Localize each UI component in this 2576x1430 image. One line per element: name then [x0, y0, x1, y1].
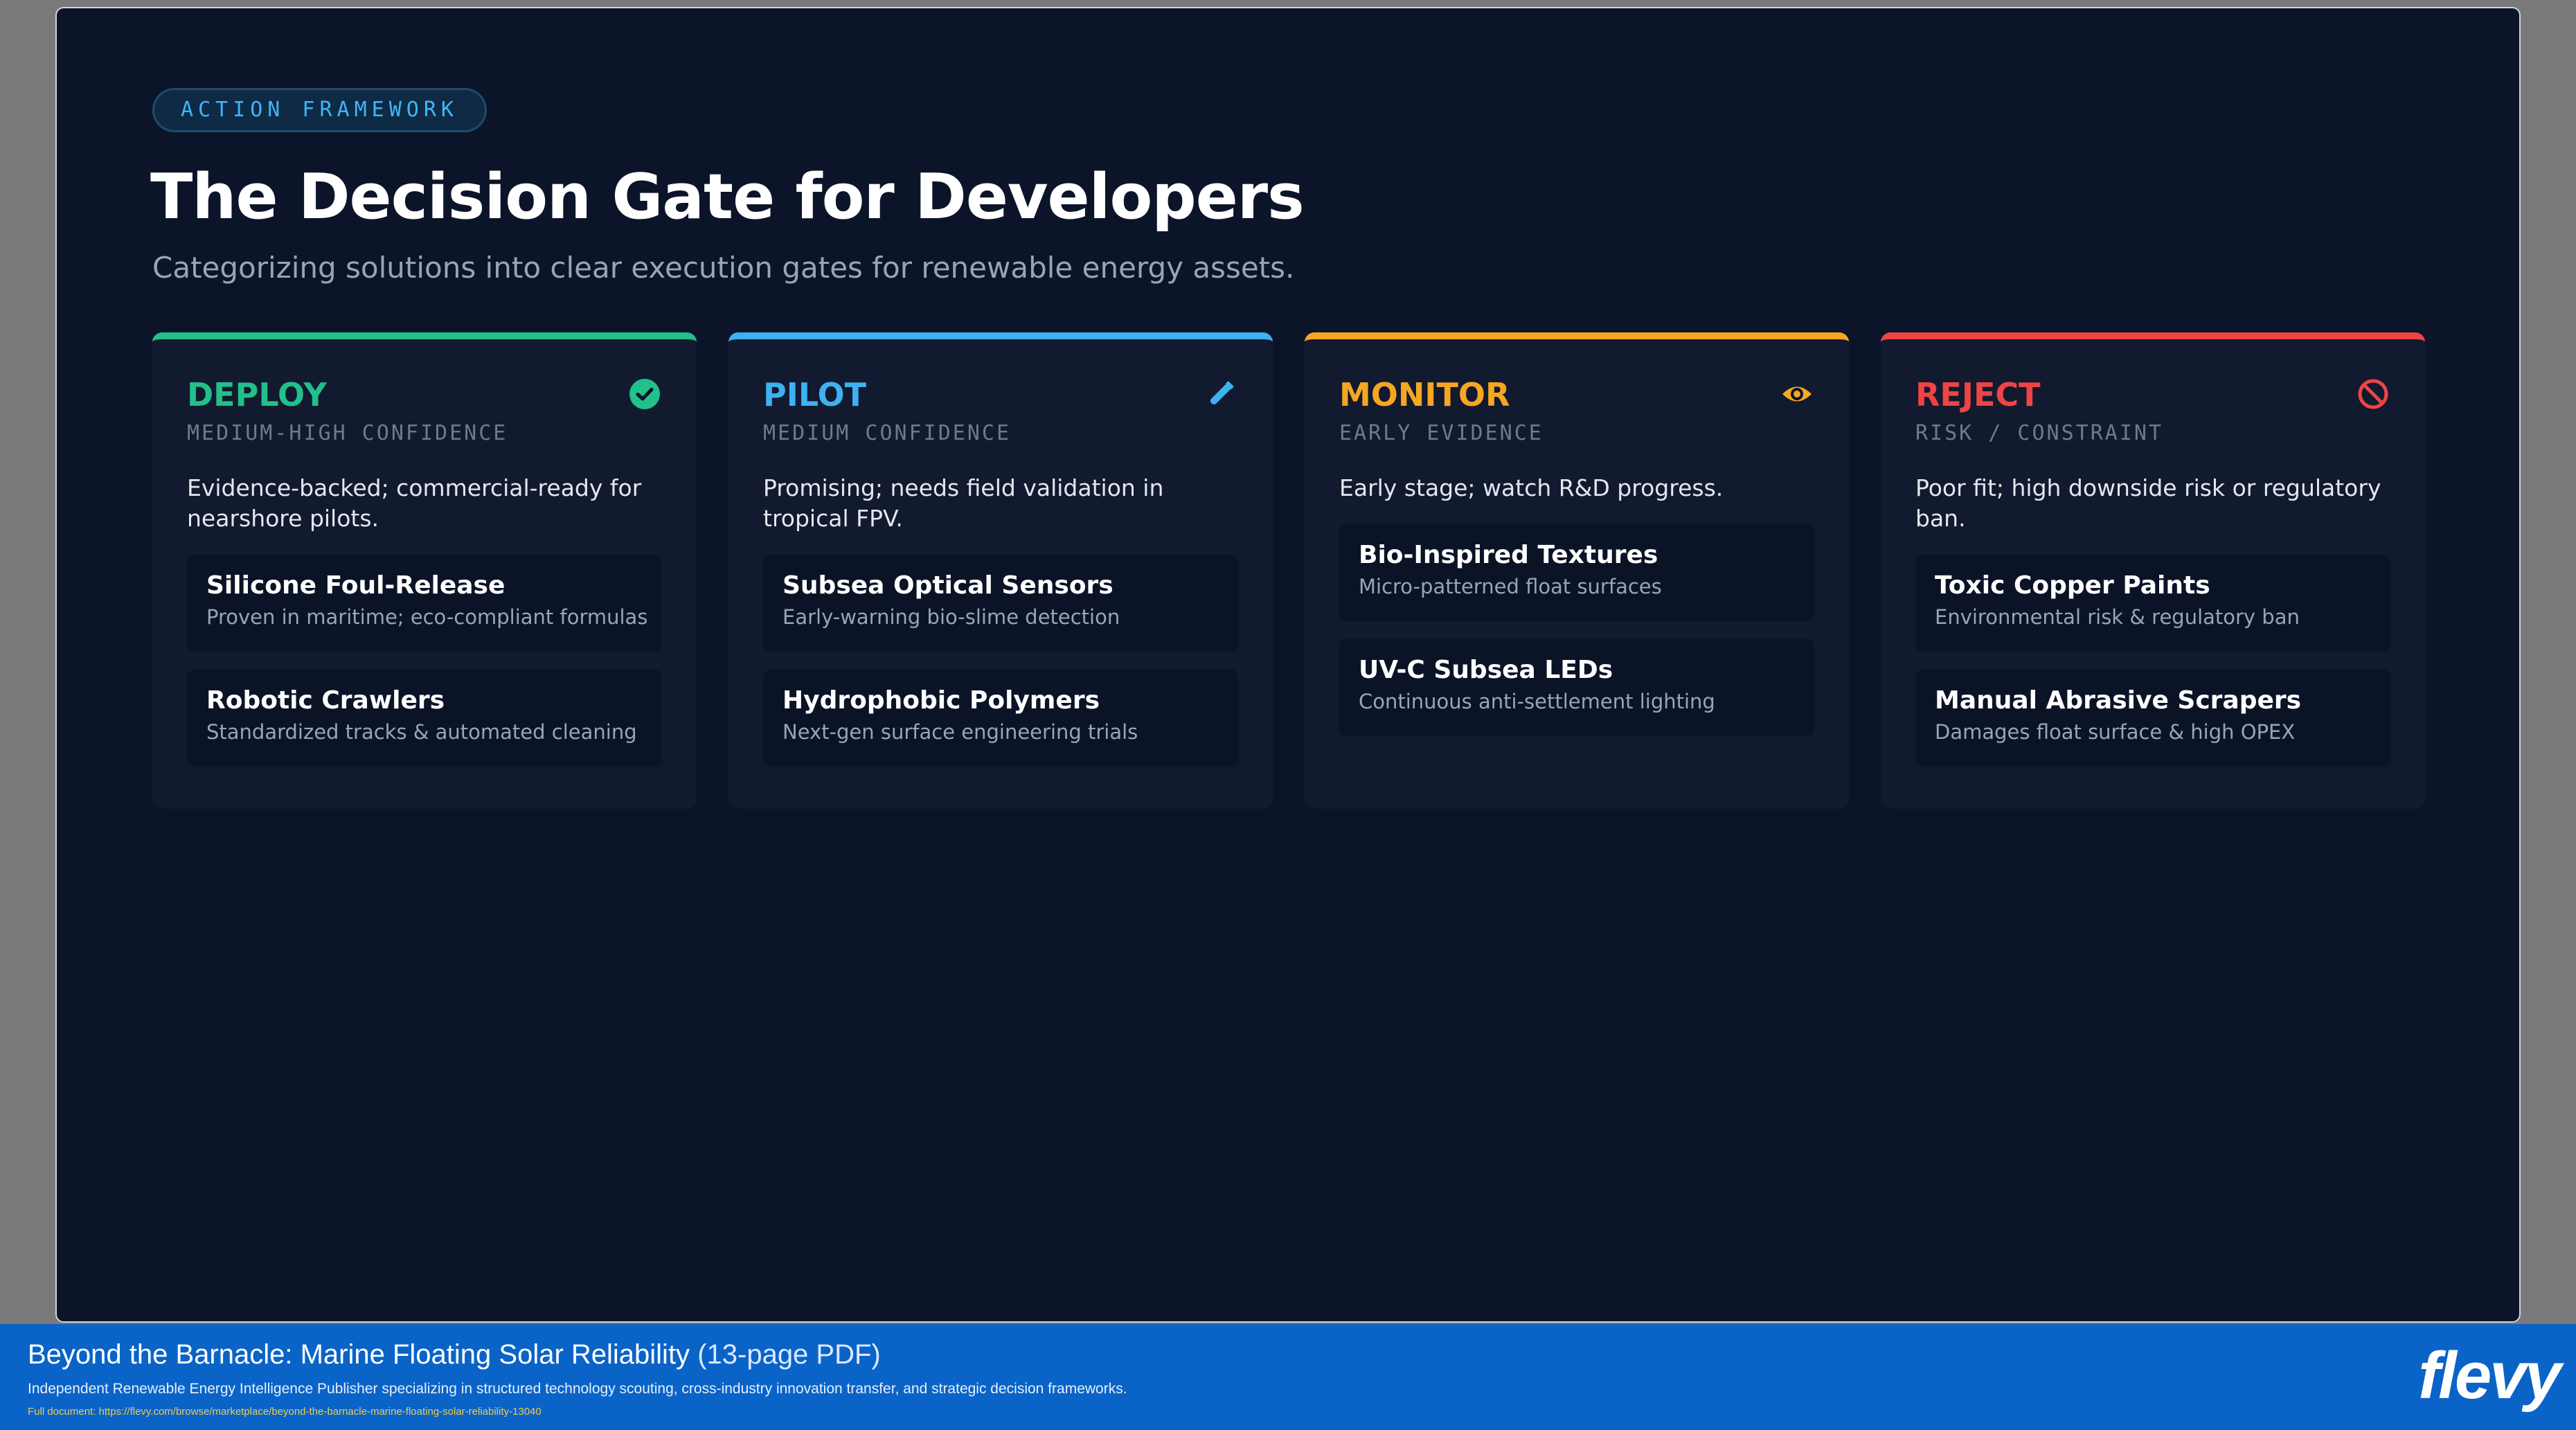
- card-description: Promising; needs field validation in tro…: [763, 474, 1164, 532]
- card-monitor: MONITOR EARLY EVIDENCE Early stage; watc…: [1305, 332, 1849, 809]
- solution-desc: Proven in maritime; eco-compliant formul…: [206, 605, 648, 629]
- solution-desc: Next-gen surface engineering trials: [782, 720, 1138, 744]
- solution-name: Robotic Crawlers: [206, 686, 445, 715]
- solution-item: Silicone Foul-Release Proven in maritime…: [187, 555, 662, 652]
- solution-name: Silicone Foul-Release: [206, 571, 506, 600]
- confidence-label: EARLY EVIDENCE: [1339, 421, 1544, 445]
- solution-item: Subsea Optical Sensors Early-warning bio…: [763, 555, 1238, 652]
- solution-name: Subsea Optical Sensors: [782, 571, 1113, 600]
- solution-item: UV-C Subsea LEDs Continuous anti-settlem…: [1339, 639, 1814, 736]
- flevy-logo[interactable]: flevy: [2418, 1338, 2561, 1414]
- slide: ACTION FRAMEWORK The Decision Gate for D…: [55, 7, 2521, 1323]
- solution-item: Toxic Copper Paints Environmental risk &…: [1915, 555, 2390, 652]
- confidence-label: MEDIUM CONFIDENCE: [763, 421, 1012, 445]
- document-footer: Beyond the Barnacle: Marine Floating Sol…: [0, 1324, 2576, 1430]
- card-reject: REJECT RISK / CONSTRAINT Poor fit; high …: [1881, 332, 2425, 809]
- card-title: REJECT: [1915, 376, 2041, 413]
- card-pilot: PILOT MEDIUM CONFIDENCE Promising; needs…: [728, 332, 1273, 809]
- solution-item: Hydrophobic Polymers Next-gen surface en…: [763, 670, 1238, 767]
- document-title[interactable]: Beyond the Barnacle: Marine Floating Sol…: [28, 1339, 690, 1370]
- page-count: (13-page PDF): [697, 1339, 881, 1370]
- solution-name: UV-C Subsea LEDs: [1359, 656, 1613, 684]
- solution-desc: Micro-patterned float surfaces: [1359, 575, 1662, 598]
- card-description: Early stage; watch R&D progress.: [1339, 474, 1724, 501]
- solution-desc: Environmental risk & regulatory ban: [1935, 605, 2300, 629]
- card-title: PILOT: [763, 376, 866, 413]
- check-circle-icon: [629, 378, 661, 410]
- solution-name: Toxic Copper Paints: [1935, 571, 2210, 600]
- solution-name: Bio-Inspired Textures: [1359, 541, 1658, 569]
- solution-name: Manual Abrasive Scrapers: [1935, 686, 2302, 715]
- publisher-description: Independent Renewable Energy Intelligenc…: [28, 1381, 1127, 1397]
- confidence-label: MEDIUM-HIGH CONFIDENCE: [187, 421, 508, 445]
- confidence-label: RISK / CONSTRAINT: [1915, 421, 2164, 445]
- solution-desc: Standardized tracks & automated cleaning: [206, 720, 637, 744]
- solution-item: Manual Abrasive Scrapers Damages float s…: [1915, 670, 2390, 767]
- solution-desc: Continuous anti-settlement lighting: [1359, 690, 1715, 713]
- page-subtitle: Categorizing solutions into clear execut…: [152, 251, 1295, 285]
- solution-item: Bio-Inspired Textures Micro-patterned fl…: [1339, 524, 1814, 621]
- page-title: The Decision Gate for Developers: [150, 161, 1305, 233]
- solution-name: Hydrophobic Polymers: [782, 686, 1100, 715]
- card-title: DEPLOY: [187, 376, 327, 413]
- card-title: MONITOR: [1339, 376, 1510, 413]
- solution-item: Robotic Crawlers Standardized tracks & a…: [187, 670, 662, 767]
- card-deploy: DEPLOY MEDIUM-HIGH CONFIDENCE Evidence-b…: [152, 332, 697, 809]
- section-tag: ACTION FRAMEWORK: [152, 88, 487, 132]
- footer-title: Beyond the Barnacle: Marine Floating Sol…: [28, 1339, 881, 1370]
- card-description: Evidence-backed; commercial-ready for ne…: [187, 474, 642, 532]
- solution-desc: Damages float surface & high OPEX: [1935, 720, 2296, 744]
- flask-icon: [1205, 378, 1237, 410]
- solution-desc: Early-warning bio-slime detection: [782, 605, 1120, 629]
- eye-icon: [1781, 378, 1813, 410]
- document-link[interactable]: Full document: https://flevy.com/browse/…: [28, 1406, 542, 1418]
- ban-icon: [2357, 378, 2389, 410]
- card-description: Poor fit; high downside risk or regulato…: [1915, 474, 2381, 532]
